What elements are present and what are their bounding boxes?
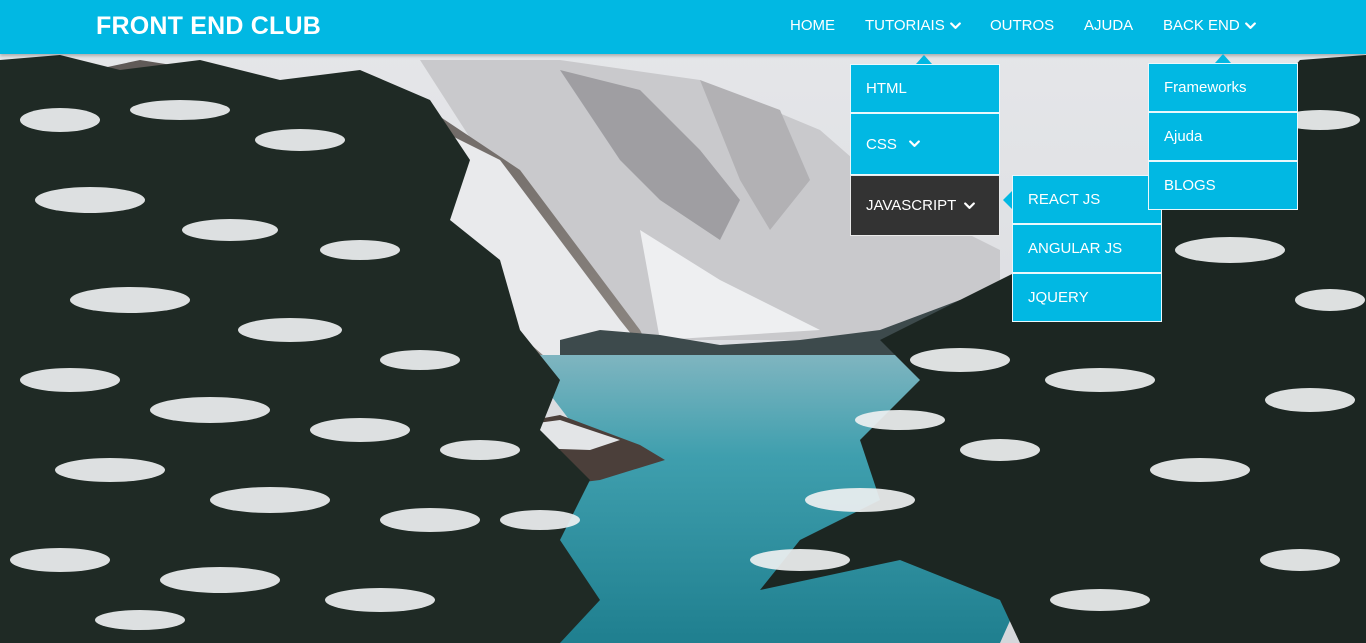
menu-item-javascript[interactable]: JAVASCRIPT [850, 175, 1000, 236]
nav-backend-link[interactable]: BACK END [1163, 17, 1256, 35]
menu-item-blogs[interactable]: BLOGS [1148, 161, 1298, 210]
nav-ajuda-label: AJUDA [1084, 17, 1134, 34]
caret-icon [916, 55, 932, 64]
menu-item-frameworks-label: Frameworks [1164, 79, 1247, 96]
brand-logo-link[interactable]: FRONT END CLUB [96, 12, 321, 40]
menu-item-jquery-label: JQUERY [1028, 289, 1089, 306]
tutoriais-dropdown-menu: HTML CSS JAVASCRIPT [850, 55, 1000, 236]
caret-icon [1215, 54, 1231, 63]
menu-item-html[interactable]: HTML [850, 64, 1000, 113]
menu-item-ajuda-label: Ajuda [1164, 128, 1203, 145]
menu-item-css[interactable]: CSS [850, 113, 1000, 175]
backend-dropdown-menu: Frameworks Ajuda BLOGS [1148, 54, 1298, 210]
nav-tutoriais-label: TUTORIAIS [865, 17, 945, 34]
chevron-down-icon [1244, 22, 1256, 30]
nav-home-label: HOME [790, 17, 835, 34]
nav-tutoriais-link[interactable]: TUTORIAIS [865, 17, 961, 35]
nav-outros-link[interactable]: OUTROS [990, 17, 1054, 35]
menu-item-frameworks[interactable]: Frameworks [1148, 63, 1298, 112]
chevron-down-icon [949, 22, 961, 30]
top-navbar: FRONT END CLUB HOME TUTORIAIS OUTROS AJU… [0, 0, 1366, 54]
nav-ajuda-link[interactable]: AJUDA [1084, 17, 1133, 35]
menu-item-angular-js-label: ANGULAR JS [1028, 240, 1123, 257]
menu-item-ajuda[interactable]: Ajuda [1148, 112, 1298, 161]
nav-outros-label: OUTROS [990, 17, 1055, 34]
nav-backend-label: BACK END [1163, 17, 1240, 34]
chevron-down-icon [964, 201, 976, 210]
chevron-down-icon [908, 140, 920, 148]
menu-item-css-label: CSS [866, 135, 897, 153]
menu-item-blogs-label: BLOGS [1164, 177, 1216, 194]
caret-icon [1003, 191, 1012, 209]
menu-item-react-js[interactable]: REACT JS [1012, 175, 1162, 224]
menu-item-html-label: HTML [866, 80, 907, 97]
menu-item-javascript-label: JAVASCRIPT [866, 197, 957, 214]
menu-item-jquery[interactable]: JQUERY [1012, 273, 1162, 322]
menu-item-react-js-label: REACT JS [1028, 191, 1101, 208]
javascript-submenu: REACT JS ANGULAR JS JQUERY [1003, 175, 1162, 322]
menu-item-angular-js[interactable]: ANGULAR JS [1012, 224, 1162, 273]
nav-home-link[interactable]: HOME [790, 17, 835, 35]
